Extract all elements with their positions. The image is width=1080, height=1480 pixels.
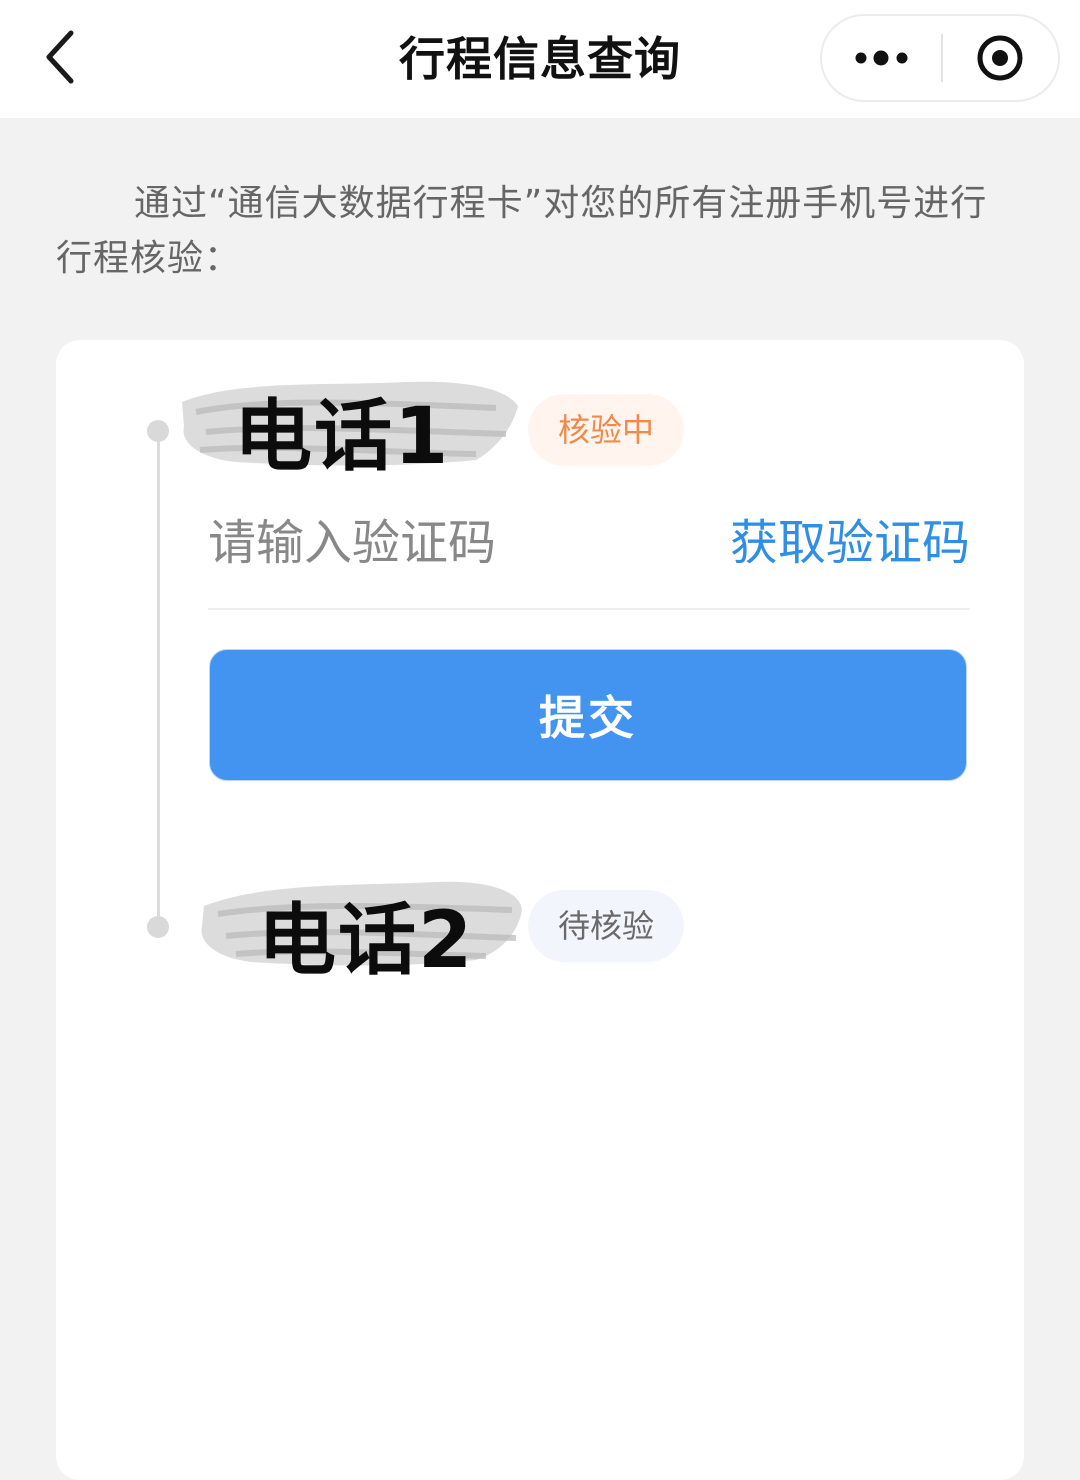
more-button[interactable] — [822, 16, 942, 100]
timeline-dot — [147, 916, 169, 938]
phone-label: 电话2 — [258, 896, 475, 986]
nav-bar: 行程信息查询 — [0, 0, 1080, 118]
timeline-dot — [147, 420, 169, 442]
intro-text: 通过“通信大数据行程卡”对您的所有注册手机号进行行程核验： — [56, 183, 988, 279]
phone-label-group: 电话2 — [196, 870, 526, 986]
more-dots-icon — [855, 50, 908, 66]
chevron-left-icon — [46, 30, 74, 84]
phone-label: 电话1 — [234, 392, 451, 482]
close-button[interactable] — [942, 16, 1058, 100]
submit-button[interactable]: 提交 — [209, 649, 967, 781]
back-button[interactable] — [30, 22, 90, 92]
get-code-link[interactable]: 获取验证码 — [730, 498, 970, 588]
verification-code-row: 获取验证码 — [208, 488, 970, 610]
status-badge: 待核验 — [528, 890, 685, 962]
verification-card: 电话1 核验中 获取验证码 提交 电话2 待核验 — [56, 340, 1024, 1480]
phone-label-group: 电话1 — [176, 372, 521, 482]
timeline-line — [157, 430, 160, 926]
mini-program-capsule — [820, 14, 1060, 102]
target-close-icon — [977, 35, 1023, 81]
verification-code-input[interactable] — [208, 498, 688, 588]
status-badge: 核验中 — [528, 394, 685, 466]
